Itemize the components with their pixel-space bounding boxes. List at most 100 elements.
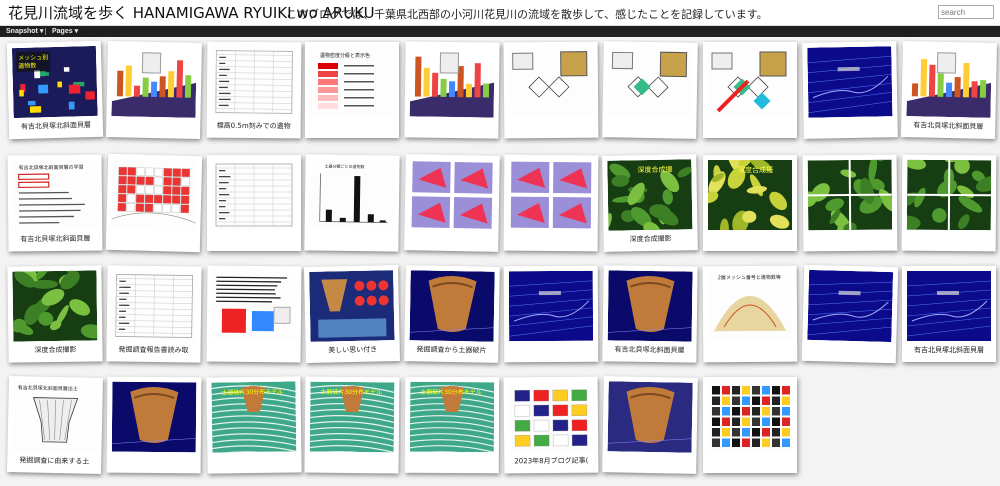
svg-text:土器分類ごとの遺物数: 土器分類ごとの遺物数 <box>324 163 364 170</box>
snapshot-caption <box>703 456 797 470</box>
snapshot-thumbnail <box>907 271 991 341</box>
snapshot-card[interactable] <box>206 265 302 363</box>
snapshot-caption: 有吉北貝塚北斜面貝層 <box>20 121 92 131</box>
snapshot-thumbnail: 有吉北貝塚北斜面貝層の学習 <box>12 159 98 231</box>
svg-text:遺物密度分級と表示色: 遺物密度分級と表示色 <box>320 52 370 59</box>
snapshot-thumbnail <box>906 46 992 118</box>
svg-text:有吉北貝塚北斜面貝層出土: 有吉北貝塚北斜面貝層出土 <box>18 384 78 392</box>
snapshot-caption <box>802 344 896 360</box>
snapshot-card[interactable]: 深度合成撮 <box>703 155 797 251</box>
snapshot-caption <box>902 234 996 249</box>
snapshot-caption: 有吉北貝塚北斜面貝層 <box>913 121 984 131</box>
snapshot-card[interactable]: 土器破片30分布モデル <box>404 376 500 474</box>
snapshot-menu[interactable]: Snapshot ▾ <box>6 26 43 37</box>
snapshot-card[interactable]: 深度合成撮影 <box>7 265 103 363</box>
snapshot-caption <box>405 456 499 470</box>
snapshot-card[interactable] <box>503 154 599 252</box>
snapshot-card[interactable] <box>503 41 599 139</box>
snapshot-caption <box>305 121 399 135</box>
snapshot-card[interactable]: 2023年8月ブログ記事( <box>503 376 599 474</box>
svg-text:メッシュ別: メッシュ別 <box>18 53 48 62</box>
svg-text:土器破片30分布モデル: 土器破片30分布モデル <box>320 388 382 397</box>
snapshot-thumbnail: 遺物密度分級と表示色 <box>310 47 394 117</box>
snapshot-card[interactable] <box>106 376 202 474</box>
snapshot-caption <box>207 234 301 248</box>
snapshot-card[interactable] <box>802 154 898 252</box>
snapshot-caption: 有吉北貝塚北斜面貝層 <box>20 234 91 244</box>
snapshot-thumbnail <box>409 46 495 118</box>
snapshot-thumbnail <box>111 158 198 232</box>
snapshot-thumbnail <box>409 159 495 231</box>
snapshot-card[interactable]: 標高0.5m刻みでの遺物 <box>206 41 302 139</box>
snapshot-thumbnail <box>607 46 693 118</box>
snapshot-card[interactable]: 土器分類ごとの遺物数 <box>304 154 400 252</box>
svg-text:有吉北貝塚北斜面貝層の学習: 有吉北貝塚北斜面貝層の学習 <box>19 164 84 172</box>
pages-menu[interactable]: Pages ▾ <box>52 26 78 37</box>
snapshot-thumbnail <box>508 46 594 118</box>
snapshot-thumbnail: 土器分類ごとの遺物数 <box>309 159 395 231</box>
snapshot-card[interactable] <box>404 154 500 252</box>
snapshot-thumbnail <box>708 382 792 452</box>
snapshot-card[interactable]: 美しい思い付き <box>304 265 400 363</box>
blog-header: 花見川流域を歩く HANAMIGAWA RYUIKI wo ARUKU このブロ… <box>0 0 1000 26</box>
snapshot-card[interactable] <box>802 41 898 139</box>
snapshot-thumbnail <box>708 47 792 117</box>
snapshot-caption: 有吉北貝塚北斜面貝層 <box>614 345 685 355</box>
snapshot-caption: 発掘調査から土器破片 <box>416 345 487 355</box>
snapshot-card[interactable]: メッシュ別 遺物数有吉北貝塚北斜面貝層 <box>6 40 104 140</box>
snapshot-caption <box>107 456 201 471</box>
snapshot-thumbnail <box>807 46 893 118</box>
snapshot-caption: 深度合成撮影 <box>34 345 77 355</box>
snapshot-card[interactable] <box>105 153 203 253</box>
snapshot-caption <box>305 456 399 471</box>
snapshot-card[interactable]: 有吉北貝塚北斜面貝層出土 発掘調査に由来する土 <box>7 376 103 474</box>
snapshot-card[interactable] <box>703 377 797 473</box>
snapshot-card[interactable]: 有吉北貝塚北斜面貝層 <box>602 265 698 363</box>
snapshot-card[interactable]: 発掘調査報告書読み取 <box>106 265 202 363</box>
snapshot-card[interactable]: 有吉北貝塚北斜面貝層 <box>902 266 996 362</box>
snapshot-caption <box>703 121 797 135</box>
snapshot-caption <box>504 121 598 136</box>
snapshot-caption <box>703 345 797 360</box>
snapshot-thumbnail <box>607 270 693 342</box>
snapshot-card[interactable] <box>106 41 202 139</box>
snapshot-card[interactable] <box>207 155 301 251</box>
snapshot-card[interactable]: 土器破片30分布モデル <box>304 376 400 474</box>
snapshot-card[interactable]: 有吉北貝塚北斜面貝層の学習 有吉北貝塚北斜面貝層 <box>7 154 103 252</box>
snapshot-card[interactable] <box>404 41 500 139</box>
snapshot-card[interactable]: 土器破片30分布モデル <box>206 376 302 474</box>
snapshot-card[interactable] <box>602 41 698 139</box>
snapshot-card[interactable] <box>703 42 797 138</box>
snapshot-gallery: メッシュ別 遺物数 有吉北貝塚北斜面貝層 標高0.5m刻みでの遺物 遺物密度分級と表示色… <box>0 37 1000 486</box>
snapshot-card[interactable] <box>602 376 698 474</box>
snapshot-caption: 標高0.5m刻みでの遺物 <box>216 121 291 131</box>
snapshot-caption <box>404 120 498 135</box>
snapshot-thumbnail: メッシュ別 遺物数 <box>11 45 98 119</box>
snapshot-caption <box>703 234 797 248</box>
snapshot-card[interactable]: 遺物密度分級と表示色 <box>305 42 399 138</box>
snapshot-card[interactable] <box>503 265 599 363</box>
snapshot-card[interactable] <box>801 264 899 364</box>
svg-text:土器破片30分布モデル: 土器破片30分布モデル <box>221 388 283 397</box>
snapshot-card[interactable]: 深度合成撮 深度合成撮影 <box>602 154 698 252</box>
snapshot-caption: 有吉北貝塚北斜面貝層 <box>914 346 984 354</box>
snapshot-caption: 2023年8月ブログ記事( <box>514 456 589 466</box>
snapshot-thumbnail: 土器破片30分布モデル <box>309 381 395 453</box>
snapshot-thumbnail <box>111 381 197 453</box>
snapshot-caption <box>207 345 301 360</box>
snapshot-card[interactable]: 発掘調査から土器破片 <box>404 265 500 363</box>
snapshot-card[interactable]: 2層メッシュ番号と遺物数等 <box>702 265 798 363</box>
snapshot-caption: 発掘調査報告書読み取 <box>118 345 189 355</box>
snapshot-thumbnail <box>508 381 594 453</box>
snapshot-card[interactable]: 有吉北貝塚北斜面貝層 <box>901 41 997 139</box>
snapshot-caption <box>602 120 696 136</box>
snapshot-thumbnail <box>309 270 395 342</box>
svg-text:土器破片30分布モデル: 土器破片30分布モデル <box>420 388 482 396</box>
search-input[interactable] <box>938 5 994 19</box>
snapshot-thumbnail: 土器破片30分布モデル <box>409 381 495 453</box>
snapshot-thumbnail: 深度合成撮 <box>607 159 693 231</box>
snapshot-thumbnail: 有吉北貝塚北斜面貝層出土 <box>12 381 98 453</box>
snapshot-card[interactable] <box>901 154 997 252</box>
snapshot-caption <box>804 120 898 136</box>
svg-text:2層メッシュ番号と遺物数等: 2層メッシュ番号と遺物数等 <box>718 274 781 281</box>
